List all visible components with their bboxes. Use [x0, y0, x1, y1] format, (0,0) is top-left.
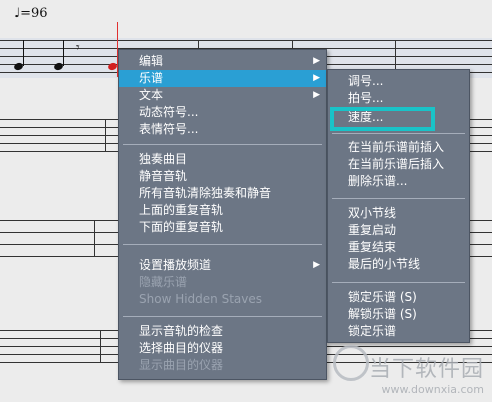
menu-item-clear-solo-mute[interactable]: 所有音轨清除独奏和静音 [119, 185, 326, 202]
watermark-logo-icon [332, 345, 369, 381]
submenu-item-double-barline[interactable]: 双小节线 [328, 205, 469, 222]
menu-item-label: 所有音轨清除独奏和静音 [139, 186, 272, 200]
eighth-rest: 𝄾 [76, 40, 80, 56]
menu-item-label: 下面的重复音轨 [139, 220, 224, 234]
submenu-item-lock-measure-s[interactable]: 锁定乐谱 (S) [328, 289, 469, 306]
menu-item-text[interactable]: 文本 ▶ [119, 87, 326, 104]
submenu-item-unlock-measure-s[interactable]: 解锁乐谱 (S) [328, 306, 469, 323]
menu-item-label: 解锁乐谱 (S) [348, 307, 417, 321]
menu-separator [332, 282, 465, 283]
menu-item-label: 静音音轨 [139, 169, 188, 183]
highlight-annotation-box [330, 107, 435, 131]
menu-item-label: 上面的重复音轨 [139, 203, 224, 217]
watermark-name: 当下软件园 [368, 357, 484, 382]
menu-separator [332, 133, 465, 134]
submenu-item-delete-measure[interactable]: 删除乐谱... [328, 173, 469, 190]
barline [105, 119, 106, 152]
menu-item-label: 重复结束 [348, 240, 397, 254]
menu-item-label: 拍号... [348, 91, 384, 105]
submenu-item-lock-measure[interactable]: 锁定乐谱 [328, 323, 469, 340]
submenu-item-insert-after[interactable]: 在当前乐谱后插入 [328, 156, 469, 173]
menu-item-duplicate-track-above[interactable]: 上面的重复音轨 [119, 202, 326, 219]
menu-separator [123, 244, 322, 245]
menu-item-label: 文本 [139, 88, 164, 102]
menu-separator [332, 198, 465, 199]
menu-item-label: 隐藏乐谱 [139, 275, 188, 289]
menu-item-edit[interactable]: 编辑 ▶ [119, 53, 326, 70]
tempo-marking: ♩=96 [14, 6, 48, 21]
menu-item-show-hidden-staves: Show Hidden Staves [119, 291, 326, 308]
barline [100, 330, 101, 363]
menu-item-expressions[interactable]: 表情符号... [119, 121, 326, 138]
submenu-item-time-signature[interactable]: 拍号... [328, 90, 469, 107]
menu-separator [123, 316, 322, 317]
menu-item-select-instrument[interactable]: 选择曲目的仪器 [119, 340, 326, 357]
menu-item-label: 选择曲目的仪器 [139, 341, 224, 355]
menu-item-label: 重复启动 [348, 223, 397, 237]
menu-item-label: 编辑 [139, 54, 164, 68]
context-menu: 编辑 ▶ 乐谱 ▶ 文本 ▶ 动态符号... 表情符号... 独奏曲目 静音音轨… [118, 49, 327, 380]
note-stem [23, 40, 24, 66]
staff-line [0, 40, 492, 41]
menu-item-dynamics[interactable]: 动态符号... [119, 104, 326, 121]
menu-item-label: 最后的小节线 [348, 257, 421, 271]
menu-item-track-inspector[interactable]: 显示音轨的检查 [119, 323, 326, 340]
menu-item-label: 显示音轨的检查 [139, 324, 224, 338]
submenu-item-repeat-end[interactable]: 重复结束 [328, 239, 469, 256]
submenu-arrow-icon: ▶ [313, 73, 320, 83]
submenu-arrow-icon: ▶ [313, 260, 320, 270]
menu-item-label: 锁定乐谱 [348, 324, 397, 338]
menu-item-label: 删除乐谱... [348, 174, 408, 188]
menu-item-label: 动态符号... [139, 105, 199, 119]
menu-item-mute-track[interactable]: 静音音轨 [119, 168, 326, 185]
tempo-value: =96 [20, 6, 48, 21]
submenu-arrow-icon: ▶ [313, 90, 320, 100]
menu-item-label: 乐谱 [139, 71, 164, 85]
menu-item-show-instrument: 显示曲目的仪器 [119, 357, 326, 374]
menu-item-label: 独奏曲目 [139, 152, 188, 166]
menu-item-playback-channel[interactable]: 设置播放频道 ▶ [119, 257, 326, 274]
note-stem [63, 40, 64, 66]
menu-item-label: 调号... [348, 74, 384, 88]
menu-item-solo-track[interactable]: 独奏曲目 [119, 151, 326, 168]
submenu-item-insert-before[interactable]: 在当前乐谱前插入 [328, 139, 469, 156]
menu-item-label: 表情符号... [139, 122, 199, 136]
barline [94, 220, 95, 257]
submenu-item-repeat-start[interactable]: 重复启动 [328, 222, 469, 239]
submenu-item-final-barline[interactable]: 最后的小节线 [328, 256, 469, 273]
menu-item-label: Show Hidden Staves [139, 292, 262, 306]
watermark-url: www.downxia.com [381, 383, 484, 396]
menu-item-label: 在当前乐谱前插入 [348, 140, 445, 154]
menu-item-label: 锁定乐谱 (S) [348, 290, 417, 304]
menu-item-label: 双小节线 [348, 206, 397, 220]
menu-item-label: 在当前乐谱后插入 [348, 157, 445, 171]
submenu-arrow-icon: ▶ [313, 56, 320, 66]
watermark: 当下软件园 www.downxia.com [332, 345, 484, 396]
menu-separator [123, 144, 322, 145]
menu-item-label: 显示曲目的仪器 [139, 358, 224, 372]
submenu-item-key-signature[interactable]: 调号... [328, 73, 469, 90]
menu-item-hide-staff: 隐藏乐谱 [119, 274, 326, 291]
menu-item-duplicate-track-below[interactable]: 下面的重复音轨 [119, 219, 326, 236]
menu-item-score[interactable]: 乐谱 ▶ [119, 70, 326, 87]
menu-item-label: 设置播放频道 [139, 258, 212, 272]
